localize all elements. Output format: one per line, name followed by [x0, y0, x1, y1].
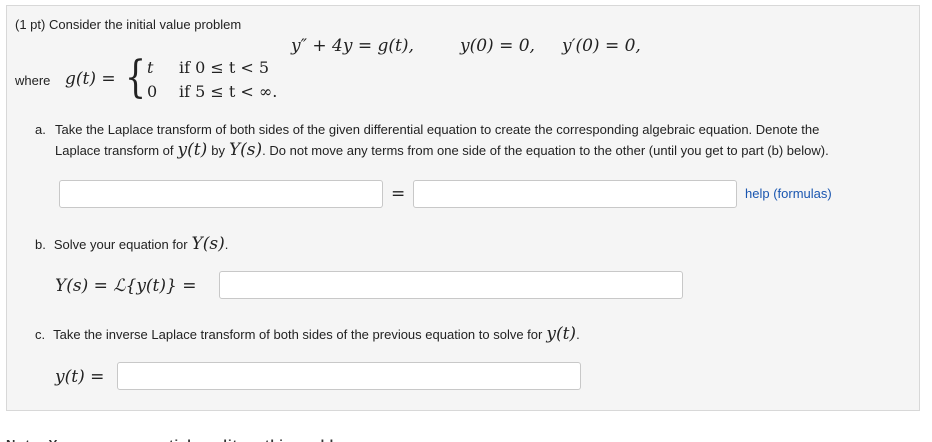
problem-container: (1 pt) Consider the initial value proble…: [6, 5, 920, 411]
points-label: (1 pt): [15, 17, 46, 32]
help-formulas-link[interactable]: help (formulas): [745, 186, 832, 201]
piecewise-lhs: g(t) =: [65, 69, 116, 89]
part-b-post: .: [224, 237, 229, 252]
part-b-input[interactable]: [219, 271, 683, 299]
piecewise-row2-value: 0: [147, 82, 158, 101]
where-label: where: [15, 73, 51, 88]
part-b-line: b. Solve your equation for Y(s) .: [35, 234, 228, 254]
part-b-text: Solve your equation for: [53, 237, 188, 252]
part-b-answer-label: Y(s) = ℒ{y(t)} =: [55, 276, 197, 296]
part-a-line2-pre: Laplace transform of: [55, 143, 174, 158]
part-a-line2: Laplace transform of y(t) by Y(s) . Do n…: [55, 140, 829, 160]
initial-condition-1: y(0) = 0,: [460, 36, 535, 56]
footer-note-cutoff: Note: You can earn partial credit on thi…: [6, 436, 360, 442]
left-brace: {: [125, 52, 146, 103]
part-a-line1: Take the Laplace transform of both sides…: [55, 122, 820, 137]
part-b-marker: b.: [35, 237, 46, 252]
part-c-line: c. Take the inverse Laplace transform of…: [35, 324, 580, 344]
piecewise-row2-condition: if 5 ≤ t < ∞.: [179, 82, 278, 101]
intro-text: Consider the initial value problem: [48, 17, 242, 32]
part-a-math-y: y(t): [177, 140, 208, 160]
part-c-marker: c.: [35, 327, 46, 342]
piecewise-row1-condition: if 0 ≤ t < 5: [179, 58, 270, 77]
initial-condition-2: y′(0) = 0,: [562, 36, 641, 56]
part-a-left-input[interactable]: [59, 180, 383, 208]
part-a-marker: a.: [35, 122, 46, 137]
part-c-post: .: [576, 327, 580, 342]
part-a-line2-post: . Do not move any terms from one side of…: [262, 143, 829, 158]
part-a-right-input[interactable]: [413, 180, 737, 208]
part-a-by: by: [211, 143, 225, 158]
piecewise-row1-value: t: [147, 58, 154, 77]
ode-equation: y″ + 4y = g(t),: [291, 36, 414, 56]
part-a-math-Y: Y(s): [228, 140, 263, 160]
part-a-equals: =: [391, 184, 406, 204]
part-c-answer-label: y(t) =: [55, 367, 105, 387]
part-c-text: Take the inverse Laplace transform of bo…: [53, 327, 543, 342]
part-c-math-y: y(t): [546, 324, 577, 344]
part-b-math-Y: Y(s): [191, 234, 225, 254]
problem-intro: (1 pt) Consider the initial value proble…: [15, 17, 241, 32]
part-c-input[interactable]: [117, 362, 581, 390]
